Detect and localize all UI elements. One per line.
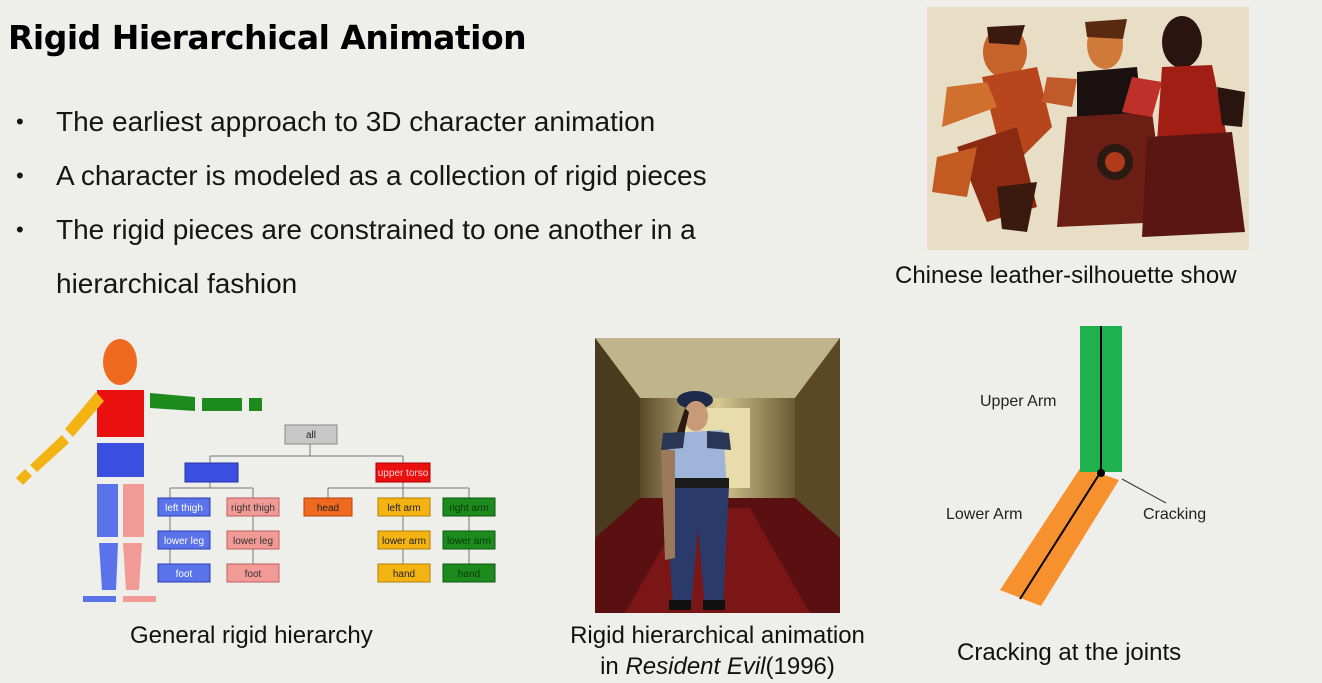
- caption-line: in Resident Evil(1996): [600, 653, 835, 680]
- node-head: head: [303, 497, 353, 517]
- right-upper-arm-piece: [150, 393, 195, 411]
- node-foot-left: foot: [157, 563, 211, 583]
- svg-text:upper torso: upper torso: [378, 468, 429, 479]
- slide-title: Rigid Hierarchical Animation: [8, 18, 527, 57]
- svg-text:hand: hand: [393, 569, 415, 580]
- node-lower-leg-right: lower leg: [226, 530, 280, 550]
- svg-text:foot: foot: [245, 569, 262, 580]
- left-lower-leg-piece: [99, 543, 118, 590]
- node-lower-leg-left: lower leg: [157, 530, 211, 550]
- lower-arm-label: Lower Arm: [946, 506, 1022, 523]
- left-lower-arm-piece: [30, 435, 69, 472]
- resident-evil-caption: Rigid hierarchical animation in Resident…: [550, 620, 885, 682]
- joint-point: [1097, 469, 1105, 477]
- upper-arm-label: Upper Arm: [980, 393, 1056, 410]
- svg-text:right thigh: right thigh: [231, 503, 275, 514]
- right-lower-arm-piece: [202, 398, 242, 411]
- node-foot-right: foot: [226, 563, 280, 583]
- upper-torso-piece: [97, 390, 144, 437]
- shadow-puppet-image: [927, 7, 1249, 250]
- lower-torso-piece: [97, 443, 144, 477]
- node-lower-arm-left: lower arm: [377, 530, 431, 550]
- game-title: Resident Evil: [625, 653, 766, 680]
- svg-text:lower leg: lower leg: [164, 536, 204, 547]
- node-upper-torso: upper torso: [375, 462, 431, 483]
- joint-cracking-figure: Upper Arm Lower Arm Cracking: [946, 326, 1206, 606]
- node-right-arm: right arm: [442, 497, 496, 517]
- resident-evil-screenshot: [595, 338, 840, 613]
- right-lower-leg-piece: [123, 543, 142, 590]
- node-hand-right: hand: [442, 563, 496, 583]
- shadow-show-caption: Chinese leather-silhouette show: [895, 262, 1237, 289]
- node-left-arm: left arm: [377, 497, 431, 517]
- right-foot-piece: [123, 596, 156, 602]
- head-piece: [103, 339, 137, 385]
- cracking-label: Cracking: [1143, 506, 1206, 523]
- svg-text:all: all: [306, 430, 316, 441]
- bullet-item: The rigid pieces are constrained to one …: [14, 203, 816, 311]
- svg-text:left arm: left arm: [387, 503, 420, 514]
- joint-caption: Cracking at the joints: [957, 639, 1182, 666]
- node-all: all: [284, 424, 338, 445]
- node-hand-left: hand: [377, 563, 431, 583]
- svg-text:hand: hand: [458, 569, 480, 580]
- node-left-thigh: left thigh: [157, 497, 211, 517]
- caption-line: Rigid hierarchical animation: [570, 622, 865, 649]
- right-hand-piece: [249, 398, 262, 411]
- left-foot-piece: [83, 596, 116, 602]
- rigid-hierarchy-figure: all lower torso upper torso left thigh r…: [16, 339, 496, 602]
- svg-text:lower arm: lower arm: [382, 536, 426, 547]
- svg-text:lower torso: lower torso: [187, 468, 236, 479]
- right-thigh-piece: [123, 484, 144, 537]
- svg-text:head: head: [317, 503, 339, 514]
- svg-text:lower arm: lower arm: [447, 536, 491, 547]
- node-right-thigh: right thigh: [226, 497, 280, 517]
- bullet-item: The earliest approach to 3D character an…: [14, 95, 816, 149]
- bullet-item: A character is modeled as a collection o…: [14, 149, 816, 203]
- node-lower-torso: lower torso: [184, 462, 239, 483]
- svg-text:left thigh: left thigh: [165, 503, 203, 514]
- svg-text:lower leg: lower leg: [233, 536, 273, 547]
- svg-text:right arm: right arm: [449, 503, 488, 514]
- hierarchy-caption: General rigid hierarchy: [130, 622, 373, 649]
- bullet-list: The earliest approach to 3D character an…: [14, 95, 816, 311]
- left-thigh-piece: [97, 484, 118, 537]
- left-hand-piece: [16, 469, 32, 485]
- node-lower-arm-right: lower arm: [442, 530, 496, 550]
- svg-text:foot: foot: [176, 569, 193, 580]
